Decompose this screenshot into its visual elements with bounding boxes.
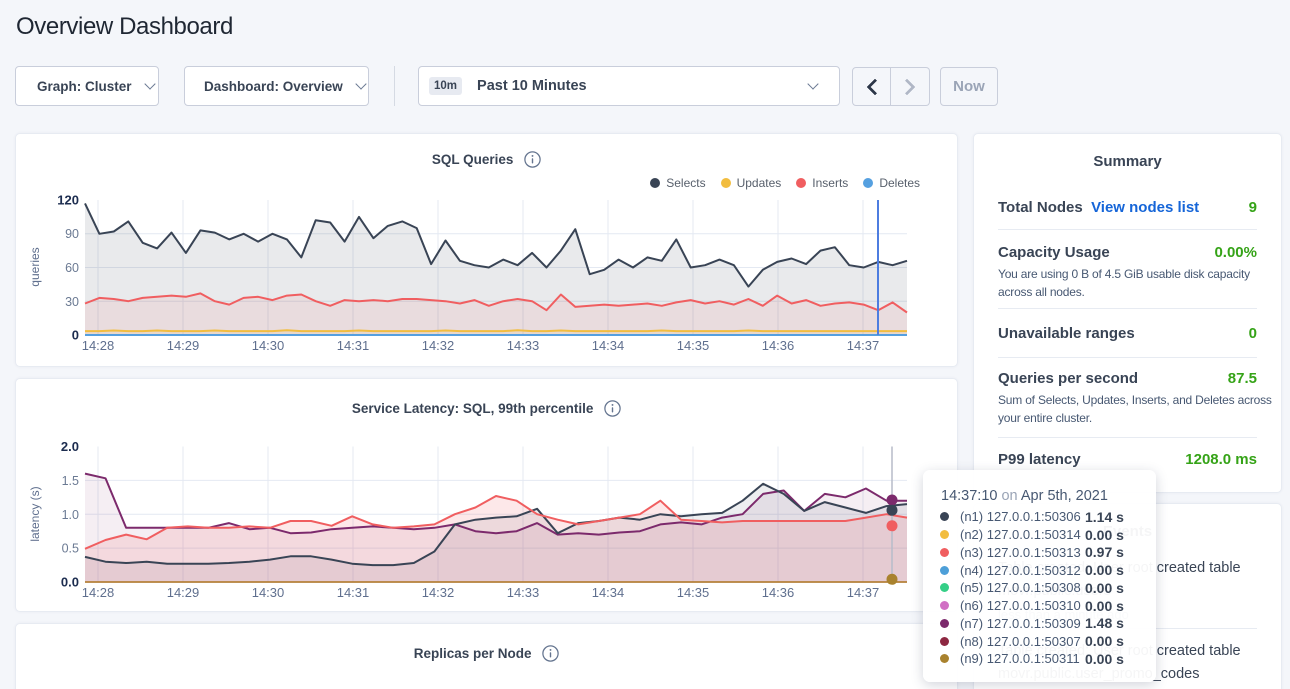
svg-text:14:29: 14:29 bbox=[167, 338, 200, 353]
svg-text:14:31: 14:31 bbox=[337, 338, 370, 353]
svg-text:60: 60 bbox=[65, 261, 79, 275]
svg-text:14:28: 14:28 bbox=[82, 338, 115, 353]
svg-text:14:37: 14:37 bbox=[847, 338, 880, 353]
svg-text:14:35: 14:35 bbox=[677, 585, 710, 600]
svg-text:14:34: 14:34 bbox=[592, 338, 625, 353]
svg-text:latency (s): latency (s) bbox=[28, 486, 42, 541]
svg-text:30: 30 bbox=[65, 295, 79, 309]
svg-text:14:36: 14:36 bbox=[762, 585, 795, 600]
svg-text:14:34: 14:34 bbox=[592, 585, 625, 600]
svg-text:14:33: 14:33 bbox=[507, 585, 540, 600]
svg-text:0: 0 bbox=[72, 328, 79, 343]
svg-text:14:29: 14:29 bbox=[167, 585, 200, 600]
svg-text:90: 90 bbox=[65, 227, 79, 241]
svg-text:2.0: 2.0 bbox=[61, 439, 79, 454]
svg-text:14:33: 14:33 bbox=[507, 338, 540, 353]
svg-text:0.0: 0.0 bbox=[61, 575, 79, 590]
svg-text:14:32: 14:32 bbox=[422, 338, 455, 353]
svg-text:14:28: 14:28 bbox=[82, 585, 115, 600]
svg-text:1.5: 1.5 bbox=[62, 474, 79, 488]
svg-text:1.0: 1.0 bbox=[62, 508, 79, 522]
svg-text:14:30: 14:30 bbox=[252, 585, 285, 600]
svg-text:14:35: 14:35 bbox=[677, 338, 710, 353]
svg-text:14:36: 14:36 bbox=[762, 338, 795, 353]
svg-text:14:32: 14:32 bbox=[422, 585, 455, 600]
svg-text:14:37: 14:37 bbox=[847, 585, 880, 600]
svg-text:queries: queries bbox=[28, 247, 42, 286]
svg-text:120: 120 bbox=[57, 193, 79, 208]
svg-text:14:31: 14:31 bbox=[337, 585, 370, 600]
svg-text:0.5: 0.5 bbox=[62, 542, 79, 556]
svg-text:14:30: 14:30 bbox=[252, 338, 285, 353]
